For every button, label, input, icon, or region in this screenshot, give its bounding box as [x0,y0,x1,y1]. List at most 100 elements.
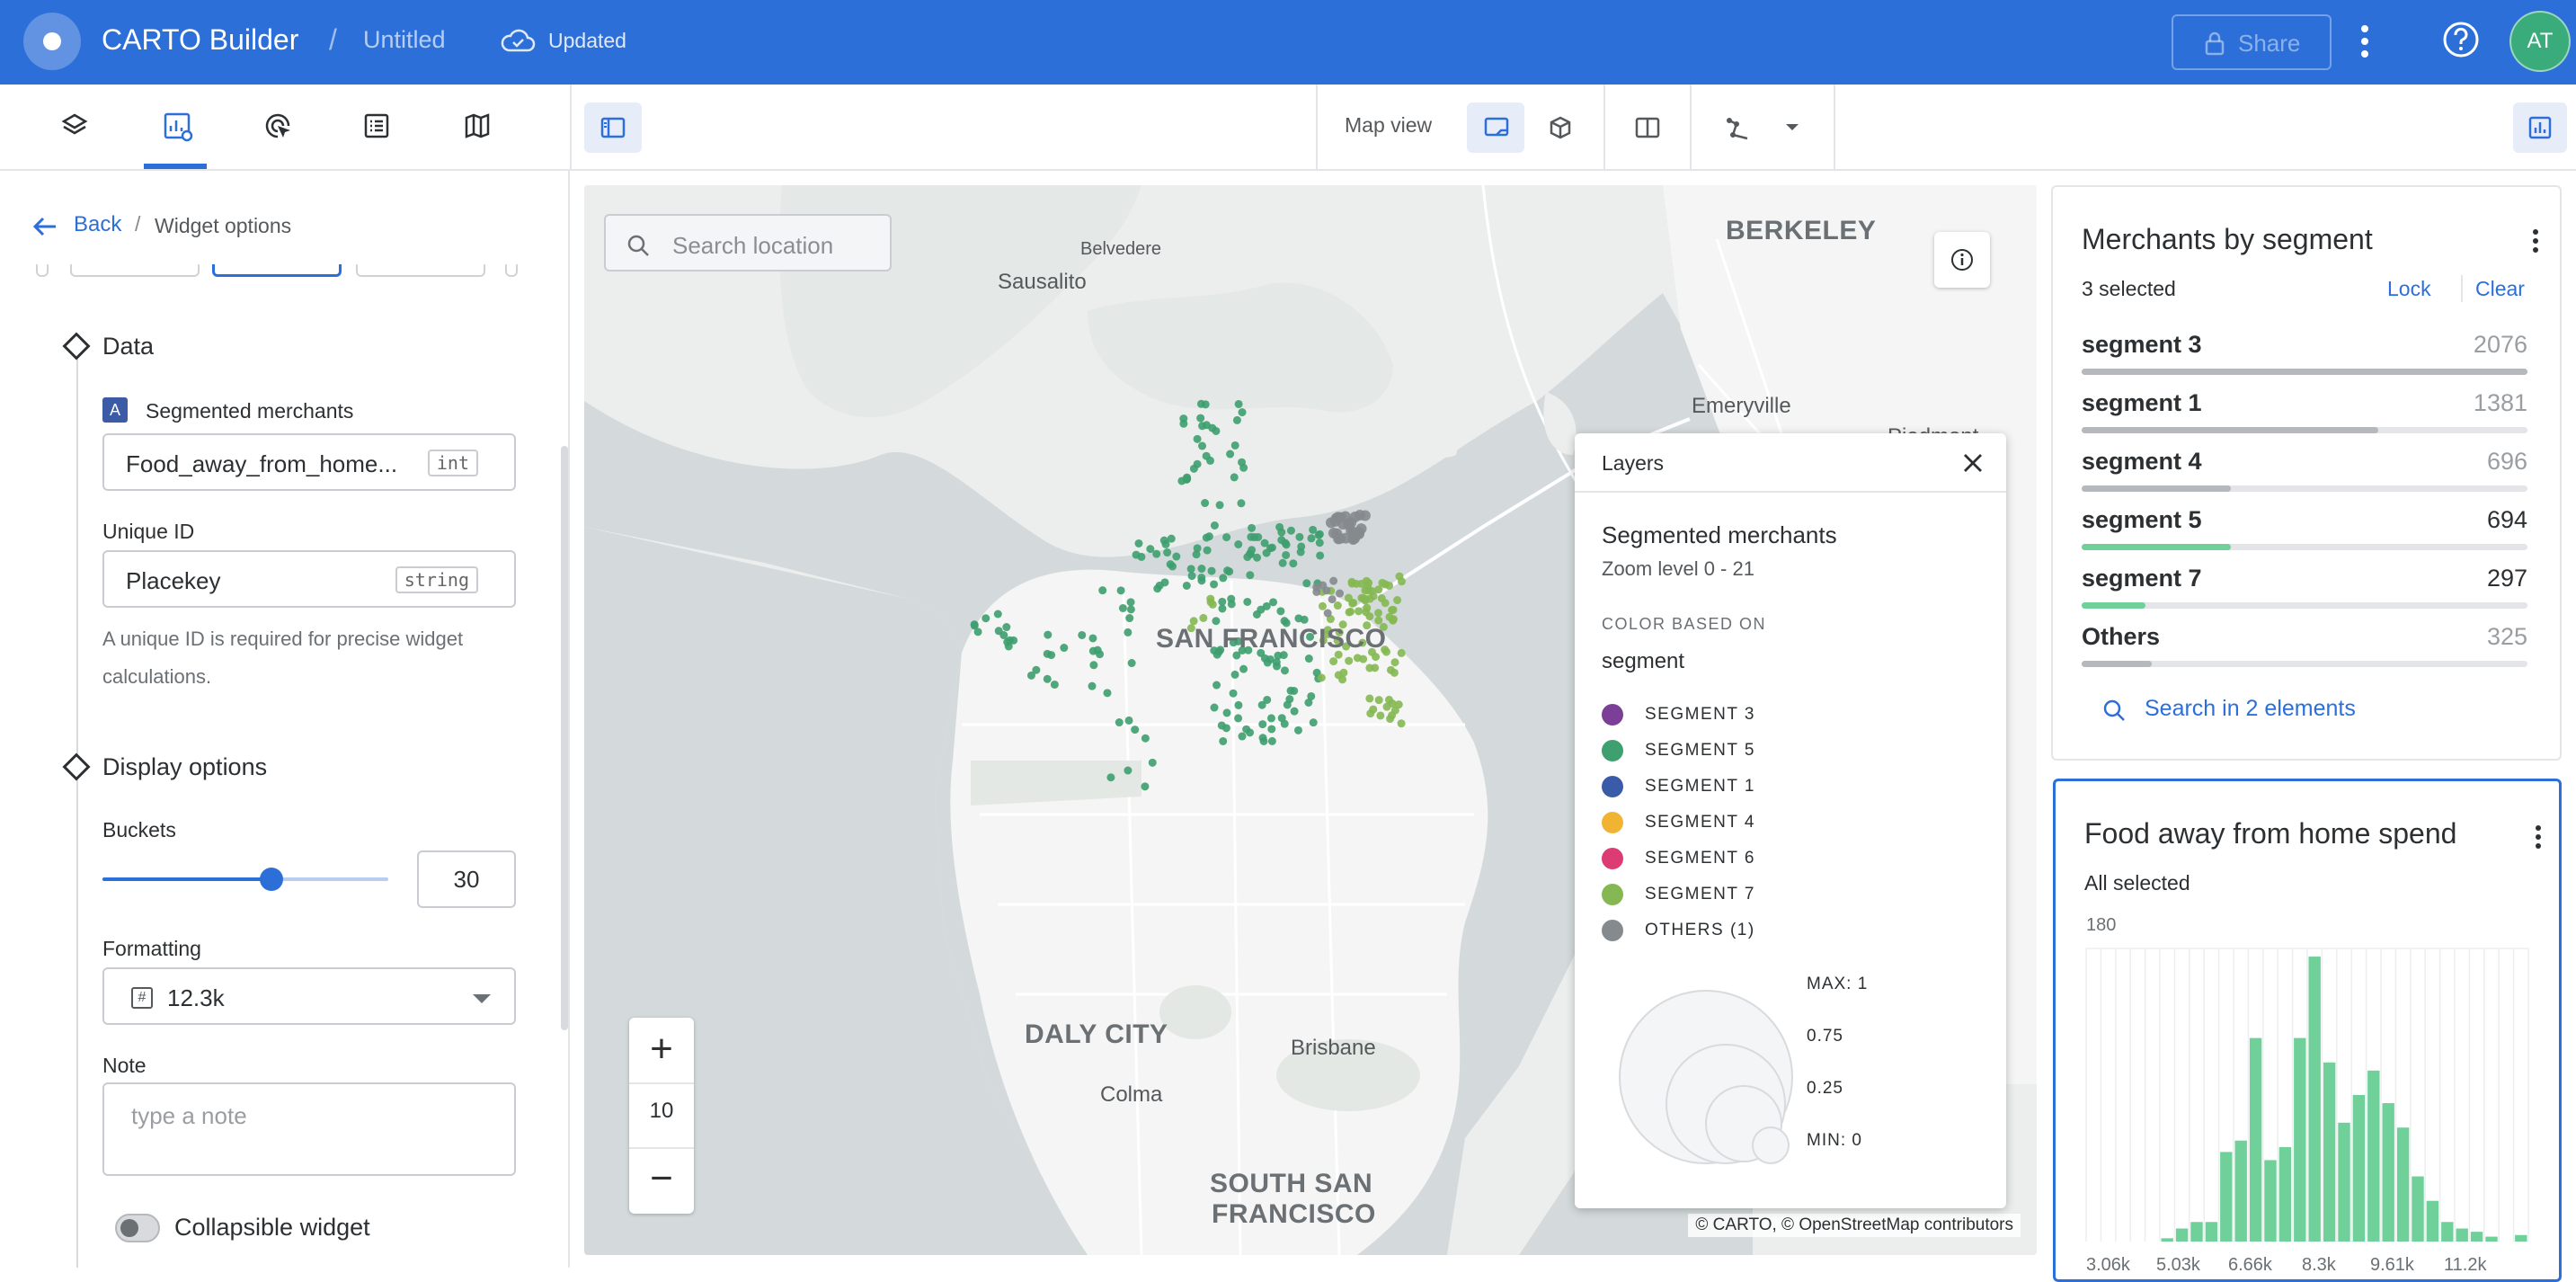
histogram-bar[interactable] [2308,957,2321,1242]
histogram-chart[interactable]: 180 3.06k 5.03k 6.66k 8.3k 9.61k 11.2k [2056,781,2562,1282]
lock-button[interactable]: Lock [2387,277,2431,301]
histogram-bar[interactable] [2382,1103,2394,1242]
histogram-bar[interactable] [2352,1095,2366,1242]
histogram-bar[interactable] [2470,1232,2483,1242]
split-view-toggle[interactable] [1618,102,1675,153]
collapsible-toggle[interactable] [115,1214,160,1242]
merchant-point [1126,598,1135,607]
toggle-panel-button[interactable] [584,102,642,153]
tab-basemap[interactable] [444,85,507,169]
merchant-point [1363,603,1372,612]
histogram-bar[interactable] [2323,1062,2336,1242]
action-divider [2461,275,2463,302]
zoom-out-button[interactable]: − [629,1153,694,1206]
clear-button[interactable]: Clear [2475,277,2525,301]
buckets-input[interactable]: 30 [417,850,516,908]
category-value: 696 [2486,448,2527,475]
place-label: BERKELEY [1726,216,1877,245]
merchant-point [1205,456,1214,465]
draw-tool-button[interactable] [1708,102,1765,153]
histogram-bar[interactable] [2264,1160,2277,1242]
widget-type-tab-selected[interactable] [212,264,342,277]
legend-label: SEGMENT 7 [1645,885,1755,904]
search-location-input[interactable]: Search location [604,214,892,272]
merchant-point [1212,426,1221,435]
category-row[interactable]: segment 1 1381 [2082,389,2527,443]
tab-legend[interactable] [343,85,406,169]
histogram-bar[interactable] [2367,1070,2380,1242]
histogram-bar[interactable] [2338,1122,2350,1242]
buckets-slider-thumb[interactable] [259,868,283,891]
histogram-bar[interactable] [2278,1146,2292,1242]
merchant-point [1314,530,1323,539]
category-row[interactable]: segment 7 297 [2082,565,2527,619]
buckets-slider[interactable] [102,868,388,891]
more-vert-icon[interactable] [2531,228,2540,254]
merchant-point [1365,694,1374,703]
category-row[interactable]: segment 3 2076 [2082,331,2527,385]
merchant-point [1304,698,1313,707]
histogram-bar[interactable] [2190,1222,2203,1242]
unique-id-selector[interactable]: Placekey string [102,550,516,608]
chevron-down-icon[interactable] [1784,122,1800,133]
user-avatar[interactable]: AT [2509,11,2571,72]
formatting-select[interactable]: # 12.3k [102,967,516,1025]
category-row[interactable]: Others 325 [2082,623,2527,677]
tab-interactions[interactable] [244,85,307,169]
zoom-in-button[interactable]: + [629,1023,694,1077]
field-selector[interactable]: Food_away_from_home... int [102,433,516,491]
widget-type-tab[interactable] [356,264,485,277]
histogram-bar[interactable] [2249,1037,2262,1242]
histogram-bar[interactable] [2456,1228,2468,1242]
merchant-point [1207,566,1216,575]
merchant-point [1318,601,1327,610]
histogram-bar[interactable] [2441,1222,2454,1242]
chart-panel-icon [2528,116,2552,139]
tab-layers[interactable] [41,85,104,169]
widgets-panel-toggle[interactable] [2513,102,2567,153]
2d-view-toggle[interactable] [1467,102,1524,153]
merchant-point [1127,659,1136,668]
histogram-bar[interactable] [2485,1236,2498,1242]
histogram-bar[interactable] [2294,1037,2306,1242]
category-bar-fill [2082,485,2232,492]
help-icon[interactable] [2441,20,2481,59]
3d-view-toggle[interactable] [1532,102,1589,153]
number-format-icon: # [131,987,153,1009]
buckets-slider-fill [102,877,271,881]
close-icon[interactable] [1961,451,1985,475]
histogram-bar[interactable] [2426,1200,2439,1242]
note-label: Note [102,1054,147,1077]
merchant-point [1323,609,1332,618]
sidebar-scrollbar[interactable] [561,446,568,1030]
widget-type-tab[interactable] [70,264,200,277]
category-row[interactable]: segment 5 694 [2082,506,2527,560]
share-button[interactable]: Share [2172,14,2332,70]
histogram-bar[interactable] [2205,1222,2218,1242]
merchant-point [1206,594,1215,603]
tab-widgets[interactable] [144,85,207,169]
category-row[interactable]: segment 4 696 [2082,448,2527,502]
histogram-bar[interactable] [2175,1228,2189,1242]
map-info-button[interactable] [1934,232,1990,288]
merchant-point [1246,571,1255,580]
carto-logo[interactable] [23,13,81,70]
more-vert-icon[interactable] [2359,23,2370,59]
histogram-bar[interactable] [2412,1176,2424,1242]
save-status: Updated [548,29,626,52]
merchant-point [1263,695,1272,704]
widget-type-tab[interactable] [505,264,518,277]
merchant-point [1336,589,1345,598]
histogram-bar[interactable] [2396,1127,2410,1242]
display-section-title: Display options [102,753,268,780]
map-name[interactable]: Untitled [363,26,446,54]
merchant-point [1089,661,1098,670]
widget-type-tab[interactable] [36,264,49,277]
histogram-bar[interactable] [2515,1234,2527,1242]
note-textarea[interactable]: type a note [102,1082,516,1176]
map-canvas[interactable]: BERKELEY Belvedere Sausalito Emeryville … [584,185,2037,1255]
histogram-bar[interactable] [2161,1238,2173,1242]
merchant-point [1210,521,1219,530]
histogram-bar[interactable] [2220,1152,2233,1242]
histogram-bar[interactable] [2234,1140,2247,1242]
